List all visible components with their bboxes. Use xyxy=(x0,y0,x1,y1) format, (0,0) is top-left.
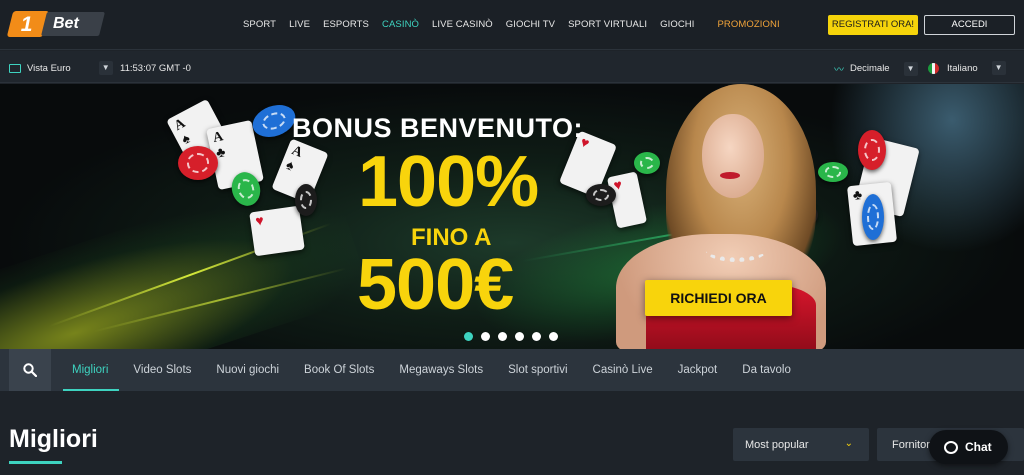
face-shape xyxy=(702,114,764,198)
login-button[interactable]: ACCEDI xyxy=(924,15,1015,35)
nav-item-giochi-tv[interactable]: GIOCHI TV xyxy=(506,19,555,30)
banner-glow xyxy=(820,84,1024,264)
tab-megaways-slots[interactable]: Megaways Slots xyxy=(399,364,483,376)
chat-bubble-icon xyxy=(944,440,958,454)
carousel-dot[interactable] xyxy=(549,332,558,341)
chevron-down-icon[interactable]: ▼ xyxy=(991,61,1006,75)
tab-jackpot[interactable]: Jackpot xyxy=(678,364,718,376)
sort-dropdown[interactable]: Most popular ⌄ xyxy=(733,428,869,461)
view-selector[interactable]: Vista Euro ▼ xyxy=(9,61,113,75)
language-selector[interactable]: Italiano ▼ xyxy=(928,61,1006,75)
tab-slot-sportivi[interactable]: Slot sportivi xyxy=(508,364,567,376)
nav-item-casino[interactable]: CASINÒ xyxy=(382,19,419,30)
carousel-dot[interactable] xyxy=(464,332,473,341)
banner-amount: 500€ xyxy=(357,245,514,325)
odds-format-selector[interactable]: 〰 Decimale ▼ xyxy=(834,61,918,76)
section-title: Migliori xyxy=(9,425,98,453)
necklace-shape xyxy=(706,240,766,262)
tab-migliori[interactable]: Migliori xyxy=(72,364,108,376)
carousel-dot[interactable] xyxy=(481,332,490,341)
active-tab-indicator xyxy=(63,389,119,391)
carousel-dot[interactable] xyxy=(532,332,541,341)
nav-item-giochi[interactable]: GIOCHI xyxy=(660,19,694,30)
clock: 11:53:07 GMT -0 xyxy=(120,63,191,74)
main-nav: SPORT LIVE ESPORTS CASINÒ LIVE CASINÒ GI… xyxy=(243,19,793,30)
brand-logo[interactable]: 1 Bet xyxy=(6,11,105,37)
lips-shape xyxy=(720,172,740,179)
banner-headline: BONUS BENVENUTO: xyxy=(292,113,584,143)
claim-now-button[interactable]: RICHIEDI ORA xyxy=(645,280,792,316)
carousel-dots xyxy=(464,332,558,341)
search-button[interactable] xyxy=(9,349,51,391)
odds-format-label: Decimale xyxy=(850,63,890,74)
top-navigation-bar: 1 Bet SPORT LIVE ESPORTS CASINÒ LIVE CAS… xyxy=(0,0,1024,50)
game-category-bar: Migliori Video Slots Nuovi giochi Book O… xyxy=(0,349,1024,391)
banner-glow xyxy=(0,162,372,349)
chevron-down-icon: ⌄ xyxy=(844,438,853,449)
chat-label: Chat xyxy=(965,440,992,454)
casino-chip xyxy=(295,184,317,216)
chat-button[interactable]: Chat xyxy=(929,430,1008,464)
section-title-underline xyxy=(9,461,62,464)
logo-text-badge: Bet xyxy=(41,12,105,36)
nav-item-live-casino[interactable]: LIVE CASINÒ xyxy=(432,19,493,30)
category-tabs: Migliori Video Slots Nuovi giochi Book O… xyxy=(72,364,816,376)
nav-item-esports[interactable]: ESPORTS xyxy=(323,19,369,30)
logo-number: 1 xyxy=(20,13,33,36)
carousel-dot[interactable] xyxy=(498,332,507,341)
view-label: Vista Euro xyxy=(27,62,71,74)
logo-text: Bet xyxy=(53,15,79,32)
casino-chip xyxy=(858,130,886,170)
casino-chip xyxy=(178,146,218,180)
tab-video-slots[interactable]: Video Slots xyxy=(133,364,191,376)
tab-nuovi-giochi[interactable]: Nuovi giochi xyxy=(216,364,279,376)
trend-icon: 〰 xyxy=(834,65,844,76)
casino-chip xyxy=(862,194,884,240)
providers-label: Fornitori xyxy=(892,439,933,451)
tab-book-of-slots[interactable]: Book Of Slots xyxy=(304,364,374,376)
nav-item-sport[interactable]: SPORT xyxy=(243,19,276,30)
nav-item-promozioni[interactable]: PROMOZIONI xyxy=(718,19,780,30)
carousel-dot[interactable] xyxy=(515,332,524,341)
sort-label: Most popular xyxy=(745,439,809,451)
tab-casino-live[interactable]: Casinò Live xyxy=(593,364,653,376)
nav-item-live[interactable]: LIVE xyxy=(289,19,310,30)
search-icon xyxy=(23,363,37,377)
banner-percentage: 100% xyxy=(358,142,539,222)
playing-card: ♥ xyxy=(249,205,305,257)
italy-flag-icon xyxy=(928,62,939,74)
chevron-down-icon[interactable]: ▼ xyxy=(903,61,918,76)
settings-bar: Vista Euro ▼ 11:53:07 GMT -0 〰 Decimale … xyxy=(0,51,1024,83)
tab-da-tavolo[interactable]: Da tavolo xyxy=(742,364,791,376)
chevron-down-icon[interactable]: ▼ xyxy=(98,61,113,75)
register-button[interactable]: REGISTRATI ORA! xyxy=(828,15,918,35)
nav-item-sport-virtuali[interactable]: SPORT VIRTUALI xyxy=(568,19,647,30)
language-label: Italiano xyxy=(947,62,978,74)
monitor-icon xyxy=(9,63,21,73)
